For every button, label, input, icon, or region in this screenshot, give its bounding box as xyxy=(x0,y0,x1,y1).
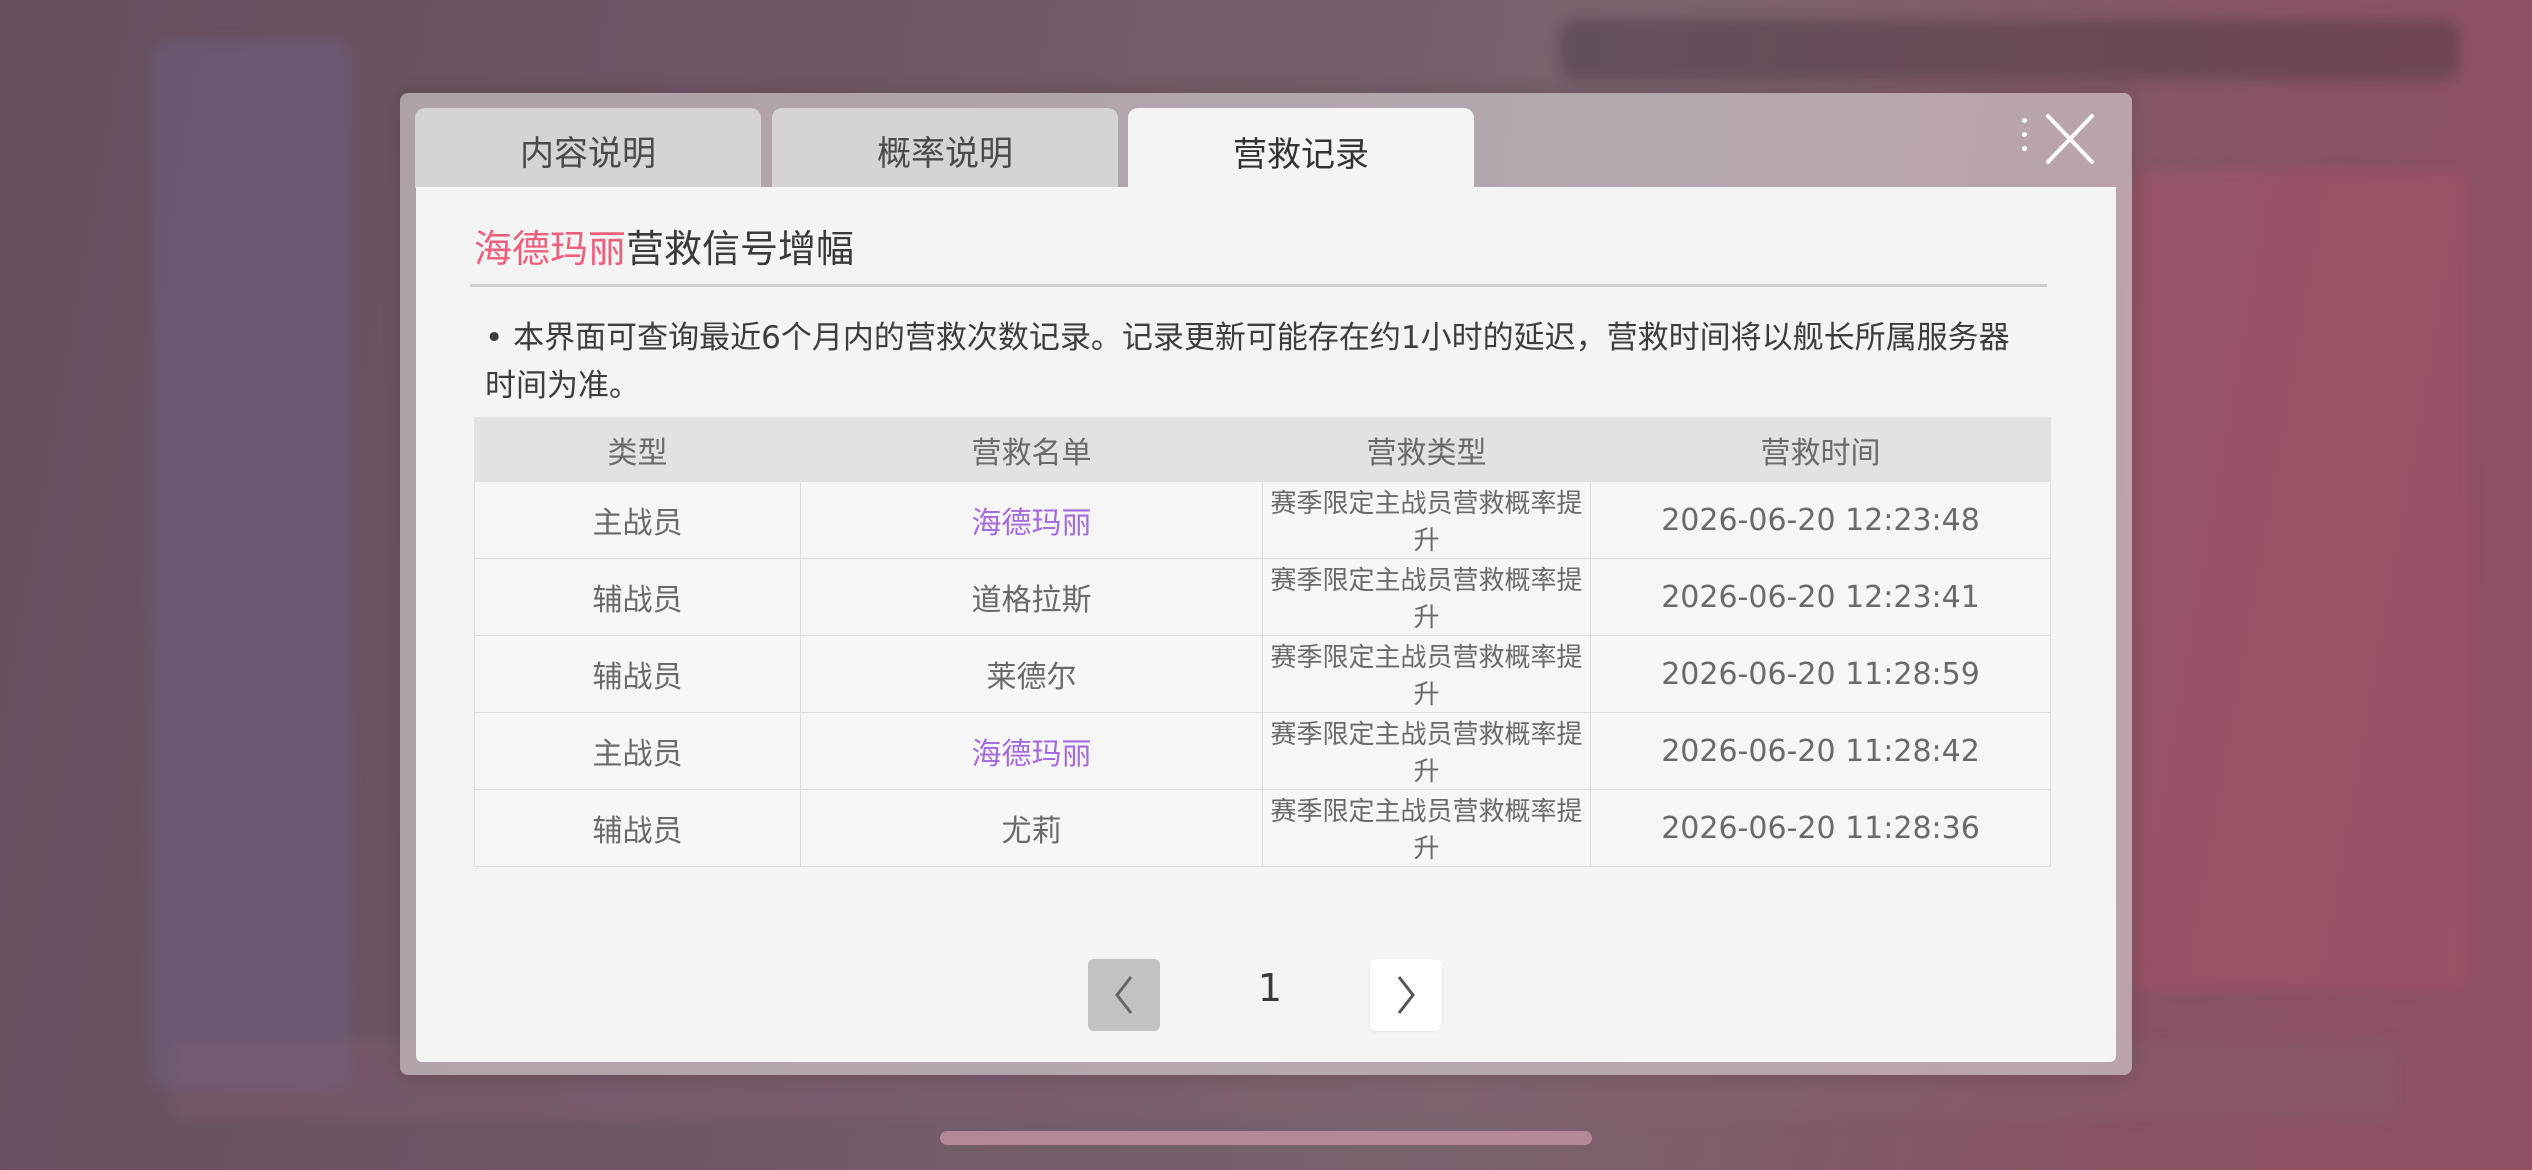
close-button[interactable] xyxy=(2040,110,2100,170)
column-header-rescue-list: 营救名单 xyxy=(800,417,1263,482)
cell-time: 2026-06-20 11:28:59 xyxy=(1590,635,2051,713)
table-header-row: 类型 营救名单 营救类型 营救时间 xyxy=(474,417,2051,482)
table-row: 主战员 海德玛丽 赛季限定主战员营救概率提升 2026-06-20 12:23:… xyxy=(474,481,2051,559)
prev-page-button[interactable] xyxy=(1088,959,1160,1031)
column-header-rescue-time: 营救时间 xyxy=(1590,417,2051,482)
records-table: 类型 营救名单 营救类型 营救时间 主战员 海德玛丽 赛季限定主战员营救概率提升… xyxy=(474,417,2051,867)
notice-text: • 本界面可查询最近6个月内的营救次数记录。记录更新可能存在约1小时的延迟，营救… xyxy=(485,320,2010,404)
table-row: 主战员 海德玛丽 赛季限定主战员营救概率提升 2026-06-20 11:28:… xyxy=(474,712,2051,790)
table-row: 辅战员 尤莉 赛季限定主战员营救概率提升 2026-06-20 11:28:36 xyxy=(474,789,2051,867)
cell-time: 2026-06-20 12:23:48 xyxy=(1590,481,2051,559)
table-row: 辅战员 道格拉斯 赛季限定主战员营救概率提升 2026-06-20 12:23:… xyxy=(474,558,2051,636)
cell-type: 主战员 xyxy=(474,712,801,790)
cell-time: 2026-06-20 12:23:41 xyxy=(1590,558,2051,636)
cell-name: 海德玛丽 xyxy=(800,481,1263,559)
cell-time: 2026-06-20 11:28:36 xyxy=(1590,789,2051,867)
next-page-button[interactable] xyxy=(1370,959,1442,1031)
chevron-right-icon xyxy=(1397,976,1415,1014)
home-indicator-bar[interactable] xyxy=(940,1131,1592,1145)
cell-name: 莱德尔 xyxy=(800,635,1263,713)
cell-rescue-type: 赛季限定主战员营救概率提升 xyxy=(1262,712,1591,790)
divider xyxy=(470,284,2047,287)
more-dots-icon xyxy=(2022,118,2030,158)
cell-name: 道格拉斯 xyxy=(800,558,1263,636)
page-title: 海德玛丽营救信号增幅 xyxy=(474,218,854,273)
chevron-left-icon xyxy=(1115,976,1133,1014)
cell-name: 海德玛丽 xyxy=(800,712,1263,790)
title-rest: 营救信号增幅 xyxy=(626,227,855,271)
table-row: 辅战员 莱德尔 赛季限定主战员营救概率提升 2026-06-20 11:28:5… xyxy=(474,635,2051,713)
cell-time: 2026-06-20 11:28:42 xyxy=(1590,712,2051,790)
close-icon xyxy=(2046,114,2094,164)
cell-rescue-type: 赛季限定主战员营救概率提升 xyxy=(1262,635,1591,713)
cell-type: 辅战员 xyxy=(474,789,801,867)
cell-rescue-type: 赛季限定主战员营救概率提升 xyxy=(1262,789,1591,867)
cell-rescue-type: 赛季限定主战员营救概率提升 xyxy=(1262,558,1591,636)
cell-type: 主战员 xyxy=(474,481,801,559)
cell-name: 尤莉 xyxy=(800,789,1263,867)
column-header-type: 类型 xyxy=(474,417,801,482)
cell-rescue-type: 赛季限定主战员营救概率提升 xyxy=(1262,481,1591,559)
cell-type: 辅战员 xyxy=(474,558,801,636)
highlight-character-name: 海德玛丽 xyxy=(474,227,627,271)
tab-probability-description[interactable]: 概率说明 xyxy=(772,108,1118,188)
tab-content-description[interactable]: 内容说明 xyxy=(415,108,761,188)
page-number: 1 xyxy=(1257,966,1283,1010)
column-header-rescue-type: 营救类型 xyxy=(1262,417,1591,482)
cell-type: 辅战员 xyxy=(474,635,801,713)
tab-rescue-records[interactable]: 营救记录 xyxy=(1128,108,1474,190)
